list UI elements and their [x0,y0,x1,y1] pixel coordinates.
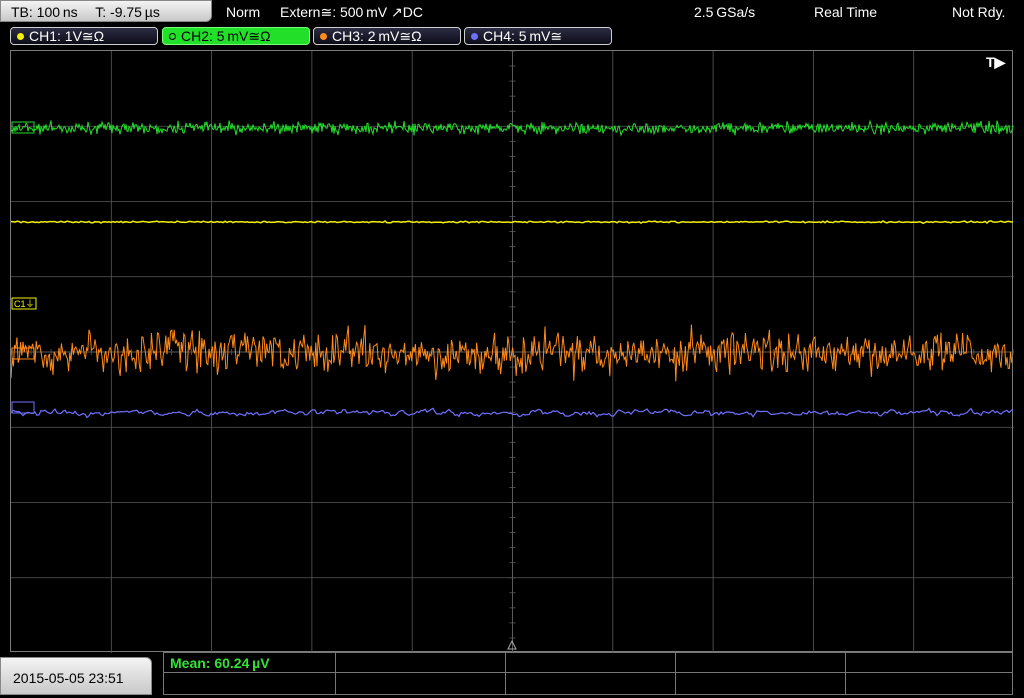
trigger-mode-label[interactable]: Norm [226,2,260,22]
channel-1-label: CH1: 1V≅Ω [29,28,105,44]
mean-measurement-label: Mean: 60.24 µV [170,655,270,671]
sample-rate-label[interactable]: 2.5 GSa/s [694,2,755,22]
channel-2-label: CH2: 5 mV≅Ω [181,28,271,44]
measurement-cell-9[interactable] [676,673,846,695]
acquisition-mode-label[interactable]: Real Time [814,2,877,22]
timebase-box[interactable]: TB: 100 ns T: -9.75 µs [0,0,212,22]
channel-3-button[interactable]: CH3: 2 mV≅Ω [313,27,461,45]
channel-4-dot-icon [471,33,478,40]
measurement-cell-8[interactable] [506,673,676,695]
channel-3-trace [11,324,1013,382]
measurement-cell-4[interactable] [676,652,846,673]
channel-1-button[interactable]: CH1: 1V≅Ω [10,27,158,45]
channel-bar: CH1: 1V≅Ω CH2: 5 mV≅Ω CH3: 2 mV≅Ω CH4: 5… [0,24,1024,48]
measurement-panel: Mean: 60.24 µV [163,652,1013,695]
channel-1-level-marker[interactable]: C1⏚ [11,297,37,310]
measurement-cell-5[interactable] [846,652,1013,673]
channel-3-label: CH3: 2 mV≅Ω [332,28,422,44]
status-bar: TB: 100 ns T: -9.75 µs Norm Extern≅: 500… [0,0,1024,24]
measurement-cell-3[interactable] [506,652,676,673]
channel-2-dot-icon [169,33,176,40]
channel-4-button[interactable]: CH4: 5 mV≅ [464,27,612,45]
channel-4-label: CH4: 5 mV≅ [483,28,563,44]
channel-1-dot-icon [17,33,24,40]
timebase-label: TB: 100 ns [11,4,78,20]
waveform-display[interactable]: C1⏚ T▶ [10,50,1014,653]
datetime-label: 2015-05-05 23:51 [13,670,124,686]
measurement-cell-2[interactable] [336,652,506,673]
measurement-cell-mean[interactable]: Mean: 60.24 µV [163,652,336,673]
trigger-time-label: T: -9.75 µs [95,4,160,20]
waveform-canvas: C1⏚ [11,51,1014,653]
channel-3-dot-icon [320,33,327,40]
measurement-cell-7[interactable] [336,673,506,695]
trigger-position-icon: T▶ [986,54,1006,70]
trigger-source-label[interactable]: Extern≅: 500 mV ↗DC [280,2,423,22]
measurement-cell-10[interactable] [846,673,1013,695]
channel-1-level-label: C1⏚ [14,299,35,309]
datetime-box: 2015-05-05 23:51 [0,657,152,695]
trigger-status-label: Not Rdy. [952,4,1006,20]
measurement-cell-6[interactable] [163,673,336,695]
channel-2-button[interactable]: CH2: 5 mV≅Ω [162,27,310,45]
